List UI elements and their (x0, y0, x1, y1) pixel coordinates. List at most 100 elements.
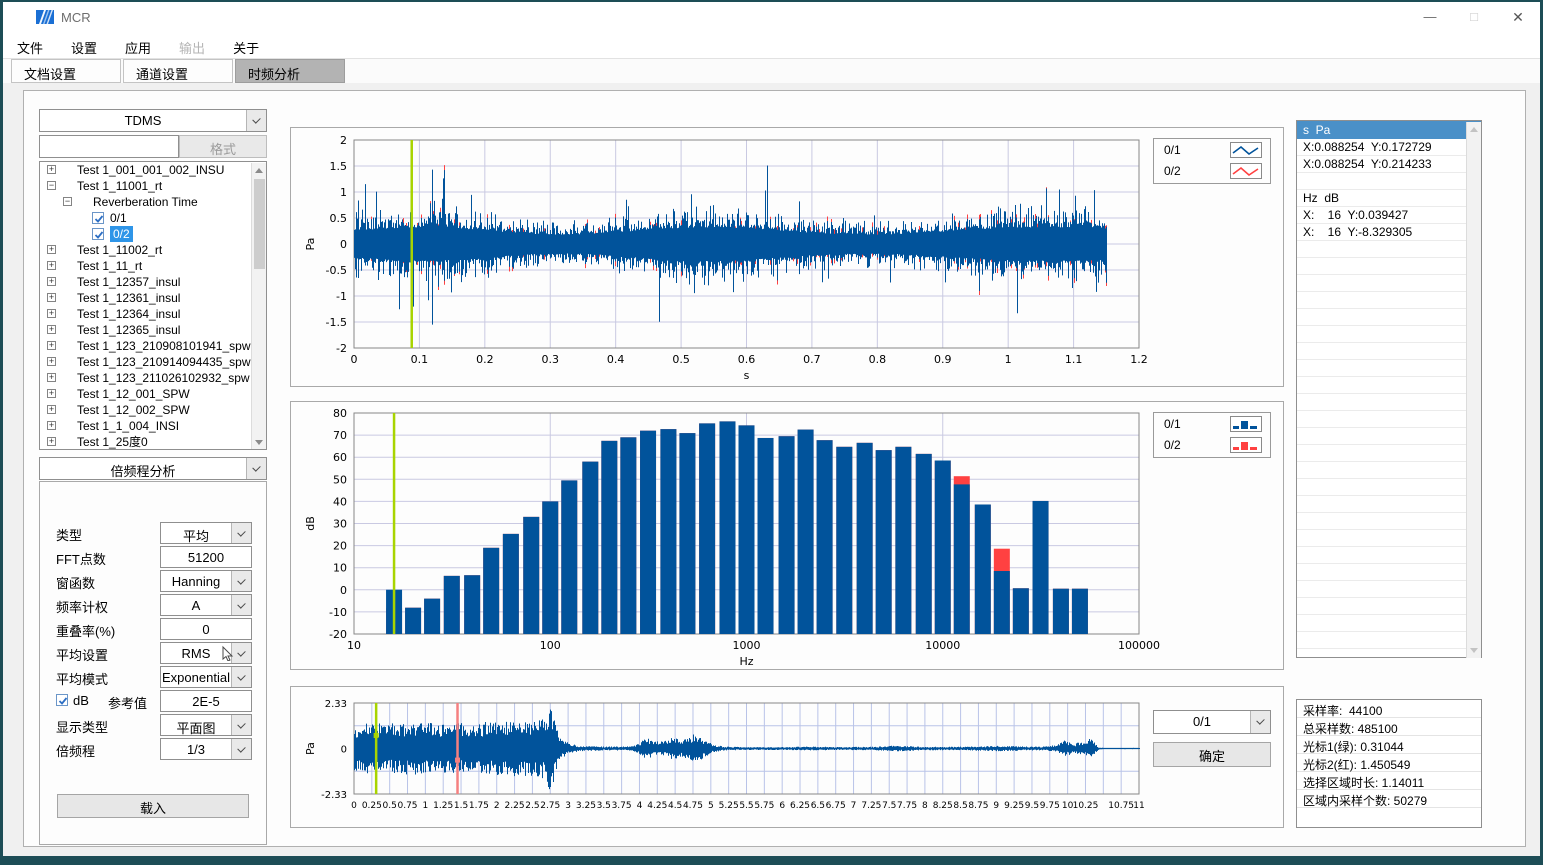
chevron-down-icon[interactable] (246, 110, 266, 131)
tree-item-label[interactable]: Test 1_11002_rt (77, 242, 162, 258)
tree-item-label[interactable]: 0/2 (110, 226, 133, 242)
collapse-icon[interactable]: − (47, 181, 56, 190)
expand-icon[interactable]: + (47, 405, 56, 414)
octave-spectrum-chart[interactable]: -20-100102030405060708010100100010000100… (291, 402, 1283, 669)
tree-item[interactable]: + Test 1_12357_insul (40, 274, 266, 290)
chevron-down-icon[interactable] (231, 523, 251, 543)
expand-icon[interactable]: + (47, 245, 56, 254)
tree-item[interactable]: + Test 1_123_210908101941_spw (40, 338, 266, 354)
tree-item-label[interactable]: Test 1_1_004_INSI (77, 418, 179, 434)
maximize-button[interactable]: □ (1452, 2, 1496, 32)
tree-item-label[interactable]: Test 1_11001_rt (77, 178, 162, 194)
expand-icon[interactable]: + (47, 357, 56, 366)
tree-item[interactable]: + Test 1_12361_insul (40, 290, 266, 306)
cursor-panel-scrollbar[interactable] (1466, 122, 1481, 658)
tab-通道设置[interactable]: 通道设置 (123, 59, 233, 83)
tab-时频分析[interactable]: 时频分析 (235, 59, 345, 83)
tree-item[interactable]: 0/2 (40, 226, 266, 242)
tree-item-label[interactable]: 0/1 (110, 210, 127, 226)
chevron-down-icon[interactable] (231, 595, 251, 615)
menu-item-应用[interactable]: 应用 (111, 32, 165, 59)
form-input-FFT点数[interactable]: 51200 (160, 546, 252, 568)
tree-item-label[interactable]: Test 1_12_002_SPW (77, 402, 190, 418)
form-select-倍频程[interactable]: 1/3 (160, 738, 252, 760)
tree-item-label[interactable]: Test 1_12361_insul (77, 290, 180, 306)
channel-select-combo[interactable]: 0/1 (1153, 710, 1271, 734)
load-button[interactable]: 载入 (57, 794, 249, 818)
tree-item[interactable]: + Test 1_12_002_SPW (40, 402, 266, 418)
menu-item-关于[interactable]: 关于 (219, 32, 273, 59)
form-select-显示类型[interactable]: 平面图 (160, 714, 252, 736)
chevron-down-icon[interactable] (231, 739, 251, 759)
form-input-重叠率(%)[interactable]: 0 (160, 618, 252, 640)
form-input-参考值[interactable]: 2E-5 (160, 690, 252, 712)
tree-item[interactable]: + Test 1_123_211026102932_spw (40, 370, 266, 386)
filter-input[interactable] (39, 135, 179, 158)
chevron-down-icon[interactable] (231, 667, 251, 687)
close-button[interactable]: ✕ (1496, 2, 1540, 32)
tree-item-label[interactable]: Test 1_123_210914094435_spw (77, 354, 250, 370)
expand-icon[interactable]: + (47, 309, 56, 318)
menu-item-设置[interactable]: 设置 (57, 32, 111, 59)
expand-icon[interactable]: + (47, 293, 56, 302)
format-button[interactable]: 格式 (179, 135, 267, 158)
file-tree[interactable]: +Test 1_001_001_002_INSU−Test 1_11001_rt… (39, 161, 267, 450)
scroll-up-icon[interactable] (1470, 127, 1478, 132)
chevron-down-icon[interactable] (231, 715, 251, 735)
channel-checkbox[interactable] (92, 228, 104, 240)
tree-item[interactable]: − Reverberation Time (40, 194, 266, 210)
tree-item-label[interactable]: Test 1_123_210908101941_spw (77, 338, 250, 354)
tree-item-label[interactable]: Test 1_11_rt (77, 258, 142, 274)
analysis-type-combo[interactable]: 倍频程分析 (39, 457, 267, 480)
tree-item[interactable]: + Test 1_11_rt (40, 258, 266, 274)
tree-item[interactable]: + Test 1_11002_rt (40, 242, 266, 258)
tree-item[interactable]: + Test 1_12_001_SPW (40, 386, 266, 402)
scrollbar-thumb[interactable] (254, 179, 265, 269)
collapse-icon[interactable]: − (63, 197, 72, 206)
tab-文档设置[interactable]: 文档设置 (11, 59, 121, 83)
minimize-button[interactable]: — (1408, 2, 1452, 32)
form-select-频率计权[interactable]: A (160, 594, 252, 616)
tree-item-label[interactable]: Test 1_12365_insul (77, 322, 180, 338)
tree-item-label[interactable]: Reverberation Time (93, 194, 198, 210)
expand-icon[interactable]: + (47, 389, 56, 398)
tree-item[interactable]: + Test 1_12364_insul (40, 306, 266, 322)
tree-scrollbar[interactable] (251, 163, 266, 450)
tree-item-label[interactable]: Test 1_12357_insul (77, 274, 180, 290)
tree-item-label[interactable]: Test 1_25度0 (77, 434, 148, 450)
tree-item-label[interactable]: Test 1_12_001_SPW (77, 386, 190, 402)
tree-item[interactable]: +Test 1_001_001_002_INSU (40, 162, 266, 178)
scroll-down-icon[interactable] (1470, 648, 1478, 653)
db-checkbox[interactable] (56, 694, 68, 706)
chevron-down-icon[interactable] (1250, 711, 1270, 733)
full-waveform-chart[interactable]: 2.330-2.3300.250.50.7511.251.51.7522.252… (291, 687, 1283, 827)
tree-item[interactable]: + Test 1_1_004_INSI (40, 418, 266, 434)
expand-icon[interactable]: + (47, 421, 56, 430)
scroll-down-icon[interactable] (255, 440, 263, 445)
form-select-平均模式[interactable]: Exponential (160, 666, 252, 688)
expand-icon[interactable]: + (47, 373, 56, 382)
expand-icon[interactable]: + (47, 261, 56, 270)
expand-icon[interactable]: + (47, 325, 56, 334)
chevron-down-icon[interactable] (231, 571, 251, 591)
tree-item-label[interactable]: Test 1_123_211026102932_spw (77, 370, 250, 386)
file-format-combo[interactable]: TDMS (39, 109, 267, 132)
expand-icon[interactable]: + (47, 437, 56, 446)
tree-item[interactable]: − Test 1_11001_rt (40, 178, 266, 194)
tree-item[interactable]: + Test 1_12365_insul (40, 322, 266, 338)
expand-icon[interactable]: + (47, 341, 56, 350)
form-select-类型[interactable]: 平均 (160, 522, 252, 544)
channel-checkbox[interactable] (92, 212, 104, 224)
tree-item[interactable]: + Test 1_25度0 (40, 434, 266, 450)
tree-item[interactable]: 0/1 (40, 210, 266, 226)
confirm-button[interactable]: 确定 (1153, 742, 1271, 767)
scroll-up-icon[interactable] (255, 168, 263, 173)
menu-item-文件[interactable]: 文件 (3, 32, 57, 59)
form-select-窗函数[interactable]: Hanning (160, 570, 252, 592)
chevron-down-icon[interactable] (246, 458, 266, 479)
tree-item-label[interactable]: Test 1_12364_insul (77, 306, 180, 322)
form-select-平均设置[interactable]: RMS (160, 642, 252, 664)
tree-item[interactable]: + Test 1_123_210914094435_spw (40, 354, 266, 370)
expand-icon[interactable]: + (47, 277, 56, 286)
tree-item-label[interactable]: Test 1_001_001_002_INSU (77, 162, 224, 178)
